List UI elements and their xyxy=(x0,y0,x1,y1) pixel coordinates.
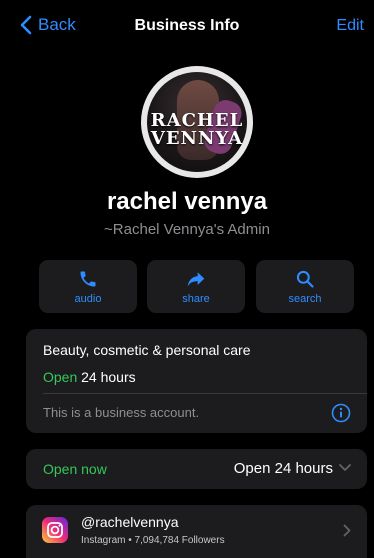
avatar-logo-text: RACHEL VENNYA xyxy=(147,112,247,148)
phone-icon xyxy=(80,271,96,286)
open-now-status: Open now xyxy=(43,461,107,477)
profile-name: rachel vennya xyxy=(106,188,268,215)
business-hours: Open 24 hours xyxy=(43,369,136,385)
info-icon[interactable] xyxy=(331,403,351,423)
instagram-link[interactable]: @rachelvennya Instagram • 7,094,784 Foll… xyxy=(26,505,367,558)
share-arrow-icon xyxy=(187,271,205,286)
search-button[interactable]: search xyxy=(256,260,354,313)
instagram-icon xyxy=(42,517,68,543)
audio-label: audio xyxy=(74,292,102,305)
hours-text: 24 hours xyxy=(81,369,136,385)
share-label: share xyxy=(182,292,210,305)
audio-button[interactable]: audio xyxy=(39,260,137,313)
avatar[interactable]: RACHEL VENNYA xyxy=(141,66,253,178)
chevron-down-icon xyxy=(339,464,351,471)
page-title: Business Info xyxy=(134,17,240,34)
business-category: Beauty, cosmetic & personal care xyxy=(43,342,251,358)
avatar-image: RACHEL VENNYA xyxy=(147,72,247,172)
avatar-text-line2: VENNYA xyxy=(150,128,244,149)
hours-value: Open 24 hours xyxy=(233,460,333,477)
share-button[interactable]: share xyxy=(147,260,245,313)
business-account-note: This is a business account. xyxy=(43,405,200,420)
hours-row[interactable]: Open now Open 24 hours xyxy=(26,449,367,489)
search-icon xyxy=(296,270,314,288)
search-label: search xyxy=(288,292,322,305)
instagram-followers: Instagram • 7,094,784 Followers xyxy=(81,535,225,546)
instagram-handle: @rachelvennya xyxy=(81,514,179,530)
divider xyxy=(43,393,367,394)
nav-bar: Back Business Info Edit xyxy=(0,0,374,52)
edit-button[interactable]: Edit xyxy=(336,17,364,35)
business-info-card: Beauty, cosmetic & personal care Open 24… xyxy=(26,329,367,433)
hours-status: Open xyxy=(43,369,78,385)
profile-subtitle: ~Rachel Vennya's Admin xyxy=(104,221,270,238)
chevron-right-icon xyxy=(343,524,351,537)
